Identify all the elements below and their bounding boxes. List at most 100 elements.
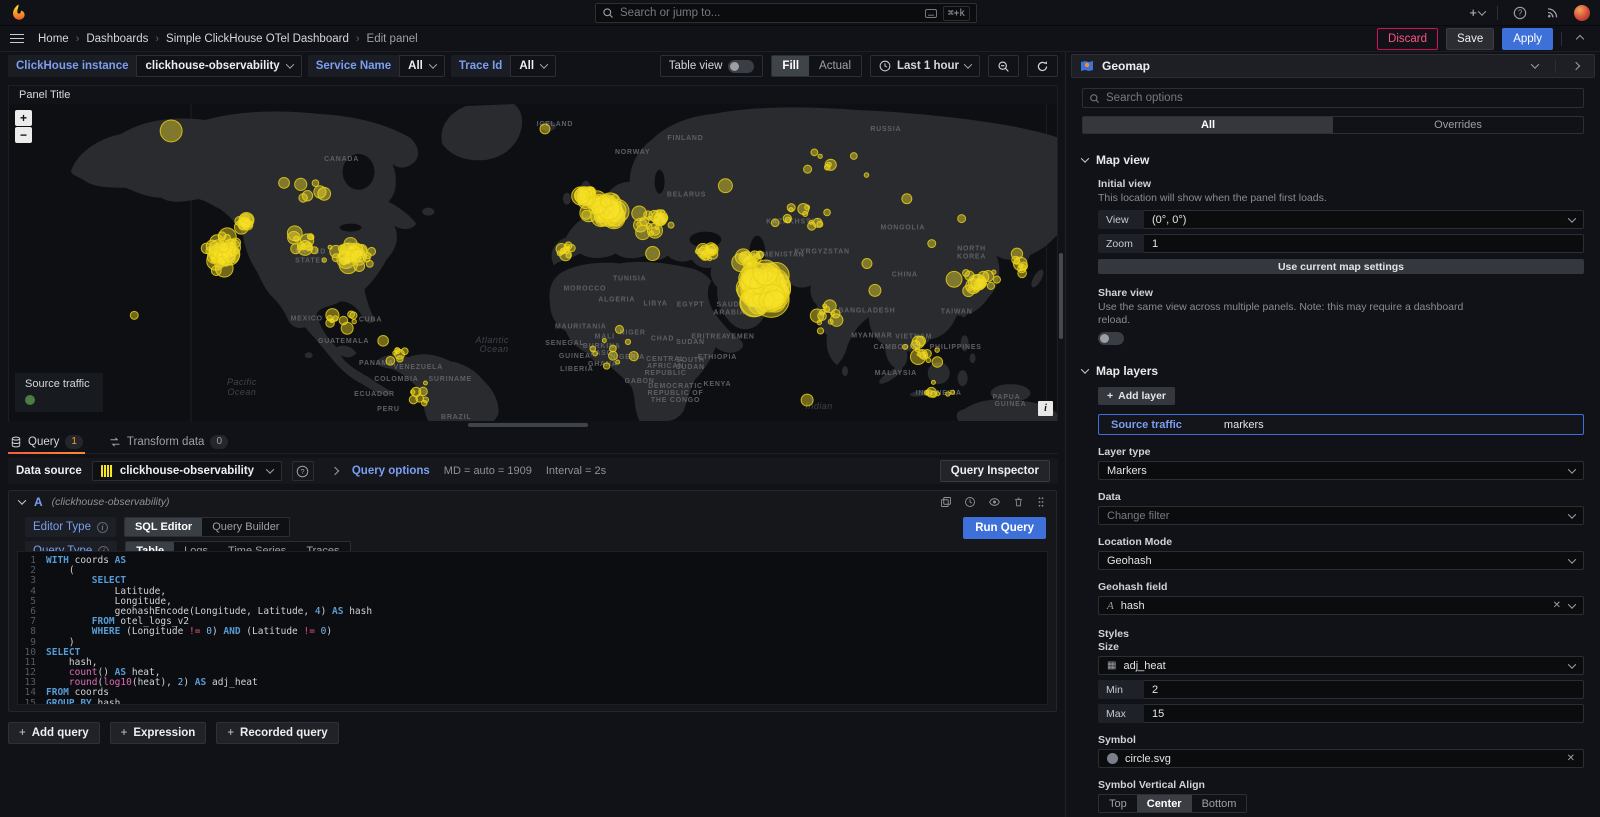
- use-current-map-settings-button[interactable]: Use current map settings: [1098, 259, 1584, 274]
- breadcrumb-dashboard-name[interactable]: Simple ClickHouse OTel Dashboard: [166, 33, 349, 45]
- breadcrumb-dashboards[interactable]: Dashboards: [86, 33, 148, 45]
- refresh-icon: [1036, 60, 1049, 73]
- variable-value-dropdown[interactable]: All: [510, 55, 556, 77]
- editor-type-sql-editor[interactable]: SQL Editor: [125, 518, 202, 536]
- run-query-button[interactable]: Run Query: [963, 517, 1046, 539]
- options-search[interactable]: [1082, 88, 1584, 108]
- tab-query[interactable]: Query 1: [8, 430, 85, 453]
- symbol-select[interactable]: circle.svg✕: [1098, 749, 1584, 768]
- size-field-select[interactable]: ▦adj_heat: [1098, 656, 1584, 675]
- drag-handle-icon[interactable]: [1036, 496, 1046, 508]
- max-data-points-info: MD = auto = 1909: [444, 465, 532, 477]
- chevron-down-icon: [964, 60, 972, 68]
- help-icon[interactable]: ?: [1510, 3, 1530, 23]
- trash-icon[interactable]: [1013, 496, 1024, 508]
- sql-editor[interactable]: 1WITH coords AS2 (3 SELECT4 Latitude,5 L…: [17, 551, 1048, 705]
- user-avatar[interactable]: [1574, 5, 1590, 21]
- left-pane-scrollbar[interactable]: [1059, 253, 1063, 339]
- tab-transform-data[interactable]: Transform data 0: [107, 430, 230, 453]
- initial-view-label: Initial view: [1098, 178, 1584, 190]
- symbol-vertical-align-label: Symbol Vertical Align: [1098, 779, 1584, 791]
- variable-clickhouse-instance: ClickHouse instance clickhouse-observabi…: [8, 55, 302, 77]
- size-mode-actual[interactable]: Actual: [809, 56, 861, 76]
- query-options-toggle[interactable]: Query options: [352, 465, 430, 477]
- variable-value-dropdown[interactable]: All: [399, 55, 445, 77]
- toggle-off-icon: [728, 60, 754, 73]
- geomap-viz-icon: [1080, 60, 1094, 72]
- apply-button[interactable]: Apply: [1502, 28, 1553, 50]
- variable-value-dropdown[interactable]: clickhouse-observability: [136, 55, 301, 77]
- expression-button[interactable]: +Expression: [110, 722, 207, 744]
- search-icon: [1089, 93, 1100, 104]
- history-icon[interactable]: [964, 496, 976, 508]
- layer-type-select[interactable]: Markers: [1098, 461, 1584, 480]
- symbol-valign-center[interactable]: Center: [1137, 795, 1192, 812]
- panel-options-sidebar: Geomap AllOverrides Map view Initial vie…: [1065, 52, 1600, 817]
- duplicate-icon[interactable]: [940, 496, 952, 508]
- viz-picker-chevron-icon[interactable]: [1525, 56, 1545, 76]
- geohash-field-select[interactable]: Ahash✕: [1098, 596, 1584, 615]
- location-mode-select[interactable]: Geohash: [1098, 551, 1584, 570]
- news-rss-icon[interactable]: [1542, 3, 1562, 23]
- grafana-logo[interactable]: [10, 4, 27, 21]
- map-zoom-in-button[interactable]: +: [15, 110, 32, 126]
- zoom-input[interactable]: 1: [1144, 234, 1584, 253]
- svg-text:EGYPT: EGYPT: [677, 301, 705, 308]
- chevron-down-icon: [1568, 510, 1576, 518]
- datasource-help-button[interactable]: ?: [292, 461, 314, 481]
- clear-icon[interactable]: ✕: [1567, 753, 1575, 764]
- max-field: Max 15: [1098, 704, 1584, 723]
- max-input[interactable]: 15: [1144, 704, 1584, 723]
- visualization-picker[interactable]: Geomap: [1071, 54, 1595, 78]
- svg-text:ARABIA: ARABIA: [713, 309, 745, 316]
- editor-type-query-builder[interactable]: Query Builder: [202, 518, 289, 536]
- recorded-query-button[interactable]: +Recorded query: [216, 722, 338, 744]
- clear-icon[interactable]: ✕: [1553, 600, 1561, 611]
- global-search[interactable]: ⌘+k: [595, 3, 977, 23]
- zoom-out-time-button[interactable]: [988, 55, 1019, 77]
- eye-icon[interactable]: [988, 496, 1001, 508]
- query-row-header[interactable]: A (clickhouse-observability): [9, 491, 1056, 513]
- world-map[interactable]: CANADAUNITEDSTATESMEXICOCUBAGUATEMALAPAN…: [9, 104, 1057, 421]
- time-range-picker[interactable]: Last 1 hour: [870, 55, 980, 77]
- panel-title[interactable]: Panel Title: [9, 86, 1057, 104]
- map-zoom-out-button[interactable]: −: [15, 127, 32, 143]
- save-button[interactable]: Save: [1446, 28, 1494, 50]
- section-map-view[interactable]: Map view: [1082, 153, 1584, 167]
- share-view-toggle[interactable]: [1098, 332, 1124, 345]
- size-mode-fill[interactable]: Fill: [772, 56, 809, 76]
- view-select[interactable]: (0°, 0°): [1144, 210, 1584, 229]
- options-tab-all[interactable]: All: [1083, 117, 1333, 133]
- section-map-layers[interactable]: Map layers: [1082, 364, 1584, 378]
- menu-toggle-icon[interactable]: [10, 34, 24, 44]
- table-view-toggle[interactable]: Table view: [660, 55, 764, 77]
- add-layer-button[interactable]: +Add layer: [1098, 387, 1175, 405]
- search-input[interactable]: [620, 7, 919, 19]
- layer-item-source-traffic[interactable]: Source traffic markers: [1098, 414, 1584, 435]
- discard-button[interactable]: Discard: [1377, 28, 1438, 50]
- collapse-sidebar-icon[interactable]: [1566, 56, 1586, 76]
- panel-resize-handle[interactable]: [468, 423, 588, 427]
- styles-label: Styles: [1098, 628, 1584, 640]
- symbol-valign-top[interactable]: Top: [1099, 795, 1137, 812]
- chevron-down-icon: [429, 60, 437, 68]
- symbol-valign-bottom[interactable]: Bottom: [1192, 795, 1247, 812]
- add-menu-button[interactable]: +: [1469, 5, 1485, 20]
- breadcrumb-home[interactable]: Home: [38, 33, 69, 45]
- min-input[interactable]: 2: [1144, 680, 1584, 699]
- options-search-input[interactable]: [1106, 92, 1577, 104]
- map-attribution-button[interactable]: i: [1038, 401, 1053, 416]
- collapse-query-icon[interactable]: [18, 496, 26, 504]
- datasource-picker[interactable]: clickhouse-observability: [92, 461, 282, 481]
- initial-view-description: This location will show when the panel f…: [1098, 192, 1488, 205]
- chevron-right-icon[interactable]: [331, 467, 339, 475]
- map-canvas[interactable]: CANADAUNITEDSTATESMEXICOCUBAGUATEMALAPAN…: [9, 104, 1057, 421]
- svg-text:GHANA: GHANA: [588, 361, 618, 368]
- query-inspector-button[interactable]: Query Inspector: [940, 460, 1050, 482]
- svg-text:BELARUS: BELARUS: [667, 192, 706, 199]
- refresh-button[interactable]: [1027, 55, 1058, 77]
- options-tab-overrides[interactable]: Overrides: [1333, 117, 1583, 133]
- collapse-options-icon[interactable]: [1570, 29, 1590, 49]
- data-filter-select[interactable]: Change filter: [1098, 506, 1584, 525]
- add-query-button[interactable]: +Add query: [8, 722, 100, 744]
